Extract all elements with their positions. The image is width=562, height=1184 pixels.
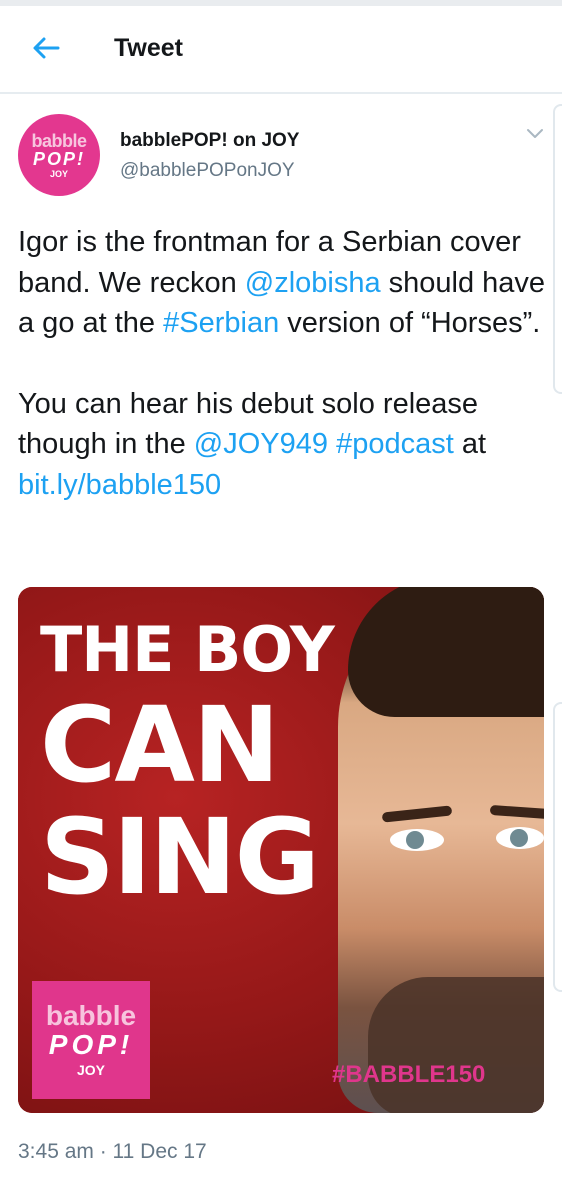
media-hashtag: #BABBLE150 bbox=[332, 1061, 486, 1088]
author-display-name[interactable]: babblePOP! on JOY bbox=[120, 130, 299, 152]
tweet-timestamp[interactable]: 3:45 am · 11 Dec 17 bbox=[18, 1140, 207, 1164]
media-headline-line2: CAN bbox=[40, 684, 280, 806]
portrait-eye bbox=[496, 827, 544, 849]
hashtag-link[interactable]: #podcast bbox=[336, 428, 454, 460]
logo-text-line1: babble bbox=[45, 1000, 137, 1031]
babblepop-logo: babble POP! JOY bbox=[32, 981, 150, 1099]
portrait-beard bbox=[368, 977, 544, 1113]
hashtag-link[interactable]: #Serbian bbox=[163, 307, 279, 339]
top-app-bar: Tweet bbox=[0, 6, 562, 94]
arrow-left-icon bbox=[33, 37, 60, 59]
tweet-text: Igor is the frontman for a Serbian cover… bbox=[18, 222, 548, 505]
url-link[interactable]: bit.ly/babble150 bbox=[18, 469, 221, 501]
back-button[interactable] bbox=[26, 28, 66, 68]
text-segment: version of “Horses”. bbox=[279, 307, 541, 339]
logo-text-line2: POP! bbox=[48, 1029, 134, 1060]
edge-handle bbox=[553, 104, 562, 394]
author-avatar[interactable]: babble POP! JOY bbox=[18, 114, 100, 196]
edge-handle bbox=[553, 702, 562, 992]
avatar-text-line3: JOY bbox=[49, 168, 68, 179]
portrait-hair bbox=[348, 587, 544, 717]
tweet-detail: babble POP! JOY babblePOP! on JOY @babbl… bbox=[0, 94, 562, 1184]
tweet-paragraph-2: You can hear his debut solo release thou… bbox=[18, 384, 548, 506]
logo-text-line3: JOY bbox=[76, 1062, 105, 1078]
portrait-eye bbox=[390, 829, 444, 851]
chevron-down-icon bbox=[527, 129, 543, 138]
mention-link[interactable]: @JOY949 bbox=[194, 428, 328, 460]
mention-link[interactable]: @zlobisha bbox=[245, 267, 381, 299]
tweet-paragraph-1: Igor is the frontman for a Serbian cover… bbox=[18, 222, 548, 344]
avatar-text-line2: POP! bbox=[32, 148, 85, 169]
avatar-text-line1: babble bbox=[31, 130, 87, 151]
text-segment: at bbox=[453, 428, 487, 460]
tweet-media-image[interactable]: THE BOY CAN SING babble POP! JOY #BABBLE… bbox=[18, 587, 544, 1113]
page-title: Tweet bbox=[114, 34, 183, 62]
tweet-menu-button[interactable] bbox=[522, 124, 548, 144]
media-headline-line1: THE BOY bbox=[40, 613, 335, 686]
text-segment bbox=[328, 428, 336, 460]
author-handle[interactable]: @babblePOPonJOY bbox=[120, 160, 295, 182]
media-headline-line3: SING bbox=[40, 796, 320, 918]
